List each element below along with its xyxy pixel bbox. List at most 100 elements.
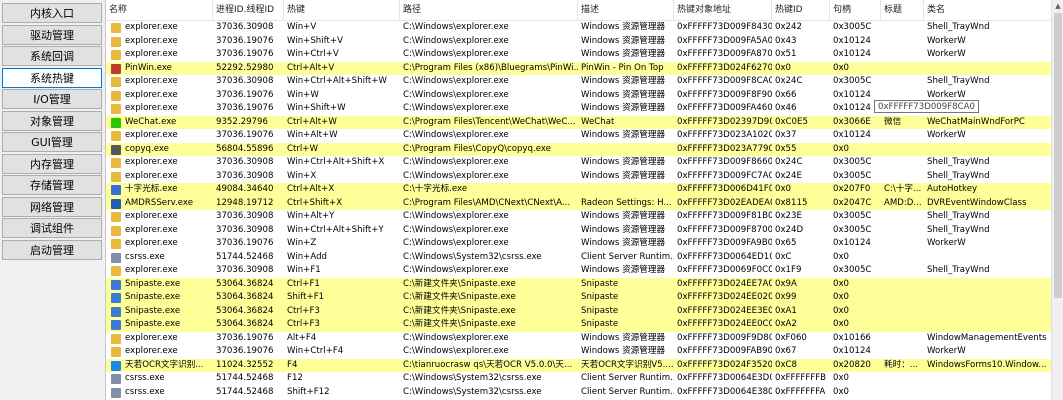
- table-cell: C:\Windows\System32\csrss.exe: [403, 386, 542, 397]
- table-cell: C:\Program Files\AMD\CNext\CNext\A...: [403, 197, 571, 208]
- table-row[interactable]: Snipaste.exe 53064.36824 Ctrl+F1 C:\新建文件夹\S…: [106, 277, 1051, 291]
- table-row[interactable]: Snipaste.exe 53064.36824 Shift+F1 C:\新建文件夹\…: [106, 291, 1051, 305]
- table-cell: 37036.19076: [216, 130, 274, 140]
- table-cell: Windows 资源管理器: [581, 157, 666, 167]
- table-row[interactable]: explorer.exe 37036.30908 Win+Ctrl+Alt+Shif…: [106, 156, 1051, 170]
- table-cell: Win+Ctrl+V: [287, 49, 339, 59]
- column-header-7[interactable]: 句柄: [830, 0, 881, 21]
- vertical-scrollbar[interactable]: ▲: [1051, 0, 1063, 400]
- table-cell: [924, 386, 1051, 400]
- column-header-6[interactable]: 热键ID: [772, 0, 830, 21]
- table-cell: 耗时：...: [884, 359, 918, 370]
- table-row[interactable]: explorer.exe 37036.30908 Win+Ctrl+Alt+Shif…: [106, 75, 1051, 89]
- table-row[interactable]: 天若OCR文字识别... 11024.32552 F4 C:\tianruocrasw…: [106, 358, 1051, 372]
- table-row[interactable]: explorer.exe 37036.30908 Win+F1 C:\Windows\…: [106, 264, 1051, 278]
- table-row[interactable]: Snipaste.exe 53064.36824 Ctrl+F3 C:\新建文件夹\S…: [106, 318, 1051, 332]
- table-row[interactable]: PinWin.exe 52292.52980 Ctrl+Alt+V C:\Progra…: [106, 61, 1051, 75]
- table-row[interactable]: explorer.exe 37036.19076 Win+Shift+V C:\Win…: [106, 35, 1051, 49]
- table-cell: Client Server Runtim...: [581, 251, 674, 262]
- table-row[interactable]: explorer.exe 37036.19076 Win+Ctrl+V C:\Wind…: [106, 48, 1051, 62]
- table-cell: 0xFFFFF73D009FC7A0: [677, 170, 772, 181]
- table-cell: 十字光标.exe: [125, 184, 178, 194]
- table-row[interactable]: explorer.exe 37036.19076 Win+Alt+W C:\Windo…: [106, 129, 1051, 143]
- table-cell: [924, 143, 1051, 157]
- scrollbar-thumb[interactable]: [1054, 13, 1062, 298]
- table-cell: 0x1F9: [775, 265, 802, 275]
- column-header-3[interactable]: 路径: [400, 0, 578, 21]
- table-cell: 0x0: [833, 278, 850, 289]
- column-header-2[interactable]: 热键: [284, 0, 400, 21]
- table-cell: Windows 资源管理器: [581, 76, 666, 86]
- table-row[interactable]: explorer.exe 37036.30908 Win+X C:\Windows\e…: [106, 170, 1051, 184]
- table-cell: Ctrl+Alt+X: [287, 184, 335, 194]
- table-row[interactable]: copyq.exe 56804.55896 Ctrl+W C:\Program Fil…: [106, 142, 1051, 157]
- table-cell: Win+V: [287, 22, 317, 32]
- table-cell: Shift+F12: [287, 386, 330, 397]
- column-header-1[interactable]: 进程ID.线程ID: [213, 0, 284, 21]
- column-header-0[interactable]: 名称: [106, 0, 213, 21]
- sidebar-item-8[interactable]: 存储管理: [2, 175, 102, 195]
- table-cell: Windows 资源管理器: [581, 49, 666, 59]
- table-row[interactable]: csrss.exe 51744.52468 Win+Add C:\Windows\Sy…: [106, 251, 1051, 265]
- table-cell: 0xC: [775, 251, 792, 262]
- sidebar-item-9[interactable]: 网络管理: [2, 196, 102, 217]
- table-cell: Shift+F1: [287, 292, 325, 302]
- table-cell: C:\新建文件夹\Snipaste.exe: [403, 319, 516, 329]
- table-cell: explorer.exe: [125, 35, 178, 46]
- table-cell: Windows 资源管理器: [581, 238, 666, 248]
- table-row[interactable]: 十字光标.exe 49084.34640 Ctrl+Alt+X C:\十字光标.exe…: [106, 183, 1051, 197]
- table-cell: 0x0: [833, 143, 850, 154]
- sidebar-item-5[interactable]: 对象管理: [2, 110, 102, 131]
- table-row[interactable]: explorer.exe 37036.19076 Win+Ctrl+F4 C:\Win…: [106, 345, 1051, 359]
- table-cell: 0xFFFFF73D024F6270: [677, 62, 772, 73]
- sidebar-item-11[interactable]: 启动管理: [2, 239, 102, 260]
- table-cell: 0x8115: [775, 197, 808, 208]
- sidebar-item-0[interactable]: 内核入口: [2, 3, 102, 23]
- table-cell: C:\Windows\explorer.exe: [403, 157, 509, 167]
- table-cell: Windows 资源管理器: [581, 35, 666, 46]
- table-cell: 37036.30908: [216, 265, 274, 275]
- table-cell: explorer.exe: [125, 346, 178, 356]
- table-cell: csrss.exe: [125, 373, 165, 383]
- column-header-4[interactable]: 描述: [578, 0, 674, 21]
- table-row[interactable]: AMDRSServ.exe 12948.19712 Ctrl+Shift+X C:\P…: [106, 196, 1051, 210]
- table-cell: Snipaste.exe: [125, 278, 181, 289]
- table-cell: [881, 156, 924, 170]
- sidebar-item-10[interactable]: 调试组件: [2, 218, 102, 238]
- table-cell: 11024.32552: [216, 359, 274, 370]
- column-header-8[interactable]: 标题: [881, 0, 924, 21]
- table-cell: 51744.52468: [216, 251, 274, 262]
- table-cell: 0xFFFFF73D009FA460: [677, 103, 772, 113]
- table-cell: PinWin.exe: [125, 62, 172, 73]
- table-row[interactable]: explorer.exe 37036.30908 Win+V C:\Windows\e…: [106, 21, 1051, 35]
- table-row[interactable]: explorer.exe 37036.30908 Win+Alt+Y C:\Windo…: [106, 210, 1051, 224]
- table-cell: explorer.exe: [125, 89, 178, 100]
- table-cell: [881, 291, 924, 305]
- table-cell: Client Server Runtim...: [581, 386, 674, 397]
- table-cell: 37036.30908: [216, 157, 274, 167]
- table-row[interactable]: WeChat.exe 9352.29796 Ctrl+Alt+W C:\Program…: [106, 115, 1051, 129]
- address-tooltip: 0xFFFFF73D009F8CA0: [874, 100, 979, 113]
- column-header-9[interactable]: 类名: [924, 0, 1051, 21]
- sidebar-item-2[interactable]: 系统回调: [2, 46, 102, 66]
- column-header-5[interactable]: 热键对象地址: [674, 0, 772, 21]
- table-cell: Windows 资源管理器: [581, 211, 666, 221]
- table-cell: Windows 资源管理器: [581, 224, 666, 235]
- table-cell: [881, 251, 924, 265]
- table-row[interactable]: explorer.exe 37036.19076 Win+Z C:\Windows\e…: [106, 237, 1051, 251]
- sidebar-item-6[interactable]: GUI管理: [2, 132, 102, 152]
- scroll-up-arrow-icon[interactable]: ▲: [1052, 0, 1063, 12]
- sidebar-item-7[interactable]: 内存管理: [2, 153, 102, 174]
- table-row[interactable]: explorer.exe 37036.30908 Win+Ctrl+Alt+Shif…: [106, 224, 1051, 238]
- table-row[interactable]: Snipaste.exe 53064.36824 Ctrl+F3 C:\新建文件夹\S…: [106, 304, 1051, 318]
- table-row[interactable]: explorer.exe 37036.19076 Alt+F4 C:\Windows\…: [106, 332, 1051, 346]
- table-cell: AMDRSServ.exe: [125, 197, 194, 208]
- table-row[interactable]: csrss.exe 51744.52468 F12 C:\Windows\System…: [106, 372, 1051, 386]
- sidebar-item-1[interactable]: 驱动管理: [2, 24, 102, 45]
- table-cell: WindowsForms10.Window...: [927, 359, 1047, 370]
- table-cell: 0x0: [775, 184, 792, 194]
- table-row[interactable]: csrss.exe 51744.52468 Shift+F12 C:\Windows\…: [106, 386, 1051, 400]
- sidebar-item-3[interactable]: 系统热键: [2, 67, 102, 88]
- table-cell: C:\十字光标.exe: [403, 184, 468, 194]
- sidebar-item-4[interactable]: I/O管理: [2, 89, 102, 109]
